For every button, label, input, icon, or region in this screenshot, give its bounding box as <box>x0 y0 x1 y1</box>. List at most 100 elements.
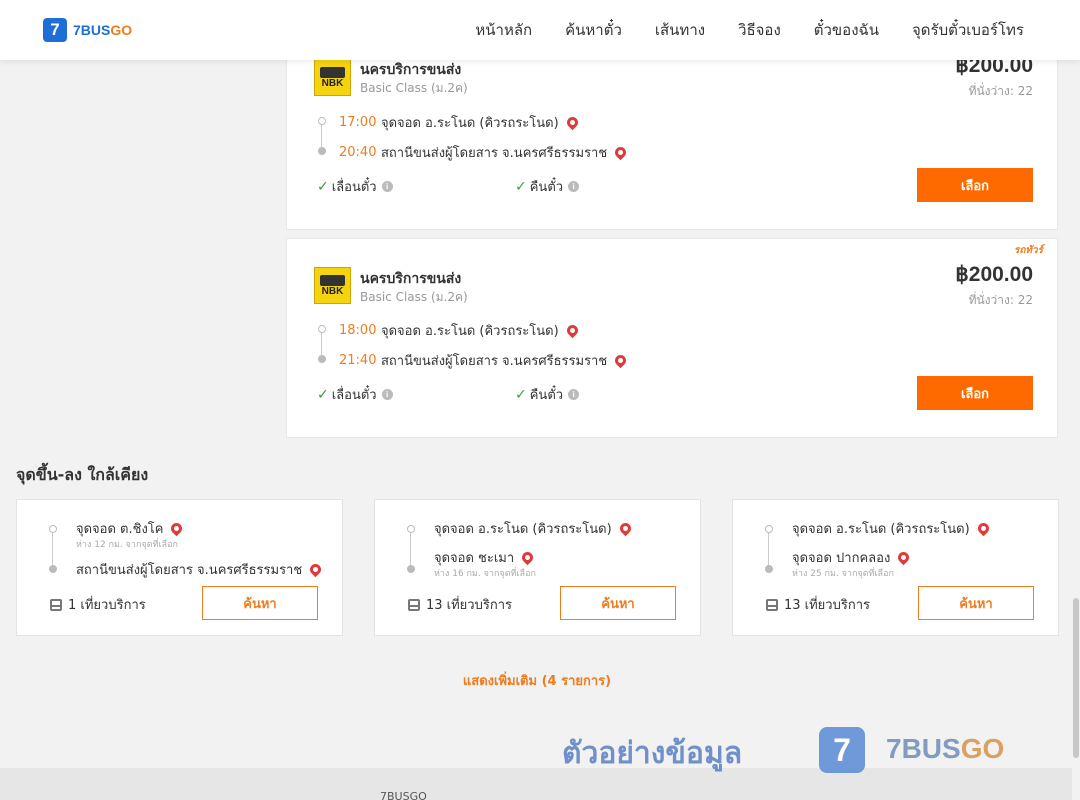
depart-time: 18:00 <box>339 323 377 338</box>
bus-icon <box>320 274 345 286</box>
nearby-from-label: จุดจอด อ.ระโนด (คิวรถระโนด) <box>434 522 612 537</box>
feature-reschedule: ✓ เลื่อนตั๋ว i <box>317 384 393 405</box>
bus-icon <box>766 598 778 611</box>
trip-count-label: 13 เที่ยวบริการ <box>784 598 870 613</box>
nearby-card: จุดจอด อ.ระโนด (คิวรถระโนด) จุดจอด ชะเมา… <box>374 499 701 636</box>
bus-class: Basic Class (ม.2ค) <box>360 290 468 304</box>
map-pin-icon[interactable] <box>519 549 536 566</box>
from-dot <box>49 525 57 533</box>
nearby-to: สถานีขนส่งผู้โดยสาร จ.นครศรีธรรมราช <box>76 559 324 580</box>
search-button[interactable]: ค้นหา <box>560 586 676 620</box>
nearby-to-label: จุดจอด ปากคลอง <box>792 551 891 566</box>
watermark-brand: 7BUSGO <box>886 733 1004 765</box>
logo-text-main: 7BUS <box>73 22 111 38</box>
nearby-distance: ห่าง 25 กม. จากจุดที่เลือก <box>792 569 894 579</box>
nav-ticket-pickup[interactable]: จุดรับตั๋วเบอร์โทร <box>912 18 1024 42</box>
map-pin-icon[interactable] <box>612 144 629 161</box>
trip-card: NBK นครบริการขนส่ง Basic Class (ม.2ค) ฿2… <box>286 30 1058 230</box>
depart-place: จุดจอด อ.ระโนด (คิวรถระโนด) <box>381 116 559 131</box>
logo-text: 7BUSGO <box>73 22 132 38</box>
arrive-time: 20:40 <box>339 145 377 160</box>
nav-home[interactable]: หน้าหลัก <box>475 18 532 42</box>
nav-search-ticket[interactable]: ค้นหาตั๋ว <box>565 18 622 42</box>
nav-how-to-book[interactable]: วิธีจอง <box>738 18 781 42</box>
feature-label: เลื่อนตั๋ว <box>331 388 377 403</box>
site-logo[interactable]: 7 7BUSGO <box>43 18 132 42</box>
operator-logo: NBK <box>314 59 351 96</box>
ticket-price: ฿200.00 <box>955 263 1033 286</box>
nearby-to: จุดจอด ปากคลอง <box>792 547 912 568</box>
trip-count: 13 เที่ยวบริการ <box>408 594 512 615</box>
from-dot <box>407 525 415 533</box>
check-icon: ✓ <box>317 386 329 403</box>
info-icon[interactable]: i <box>568 389 580 400</box>
arrive-place: สถานีขนส่งผู้โดยสาร จ.นครศรีธรรมราช <box>381 146 608 161</box>
nearby-from: จุดจอด ต.ชิงโค <box>76 518 185 539</box>
nearby-from-label: จุดจอด ต.ชิงโค <box>76 522 164 537</box>
select-trip-button[interactable]: เลือก <box>917 168 1033 202</box>
footer: 7BUSGO <box>0 768 1080 800</box>
info-icon[interactable]: i <box>381 181 393 192</box>
route-line <box>410 532 411 568</box>
scrollbar-thumb[interactable] <box>1073 598 1079 758</box>
map-pin-icon[interactable] <box>307 561 324 578</box>
top-header: 7 7BUSGO หน้าหลัก ค้นหาตั๋ว เส้นทาง วิธี… <box>0 0 1080 60</box>
check-icon: ✓ <box>515 386 527 403</box>
available-seats: ที่นั่งว่าง: 22 <box>968 293 1033 307</box>
logo-mark: 7 <box>43 18 67 42</box>
trip-count: 1 เที่ยวบริการ <box>50 594 146 615</box>
bus-type-tag: รถทัวร์ <box>1013 245 1043 256</box>
select-trip-button[interactable]: เลือก <box>917 376 1033 410</box>
map-pin-icon[interactable] <box>564 322 580 339</box>
map-pin-icon[interactable] <box>975 520 991 537</box>
feature-reschedule: ✓ เลื่อนตั๋ว i <box>317 176 393 197</box>
depart-time: 17:00 <box>339 115 377 130</box>
nearby-from: จุดจอด อ.ระโนด (คิวรถระโนด) <box>792 518 991 539</box>
to-dot <box>765 565 773 573</box>
to-dot <box>49 565 57 573</box>
bus-class: Basic Class (ม.2ค) <box>360 81 468 95</box>
info-icon[interactable]: i <box>381 389 393 400</box>
bus-icon <box>408 598 420 611</box>
arrive-row: 20:40 สถานีขนส่งผู้โดยสาร จ.นครศรีธรรมรา… <box>317 142 629 163</box>
nav-my-tickets[interactable]: ตั๋วของฉัน <box>814 18 879 42</box>
nav-routes[interactable]: เส้นทาง <box>655 18 705 42</box>
trip-count-label: 1 เที่ยวบริการ <box>68 598 146 613</box>
nearby-to-label: สถานีขนส่งผู้โดยสาร จ.นครศรีธรรมราช <box>76 563 303 578</box>
main-nav: หน้าหลัก ค้นหาตั๋ว เส้นทาง วิธีจอง ตั๋วข… <box>475 18 1024 42</box>
operator-name: นครบริการขนส่ง <box>360 271 462 287</box>
operator-logo: NBK <box>314 267 351 304</box>
feature-refund: ✓ คืนตั๋ว i <box>515 176 580 197</box>
bus-icon <box>320 66 345 78</box>
logo-text-accent: GO <box>110 22 133 38</box>
arrive-place: สถานีขนส่งผู้โดยสาร จ.นครศรีธรรมราช <box>381 354 608 369</box>
check-icon: ✓ <box>317 178 329 195</box>
map-pin-icon[interactable] <box>617 520 633 537</box>
show-more-link[interactable]: แสดงเพิ่มเติม (4 รายการ) <box>0 670 1074 691</box>
search-button[interactable]: ค้นหา <box>202 586 318 620</box>
nearby-from: จุดจอด อ.ระโนด (คิวรถระโนด) <box>434 518 633 539</box>
from-dot <box>765 525 773 533</box>
watermark-logo-mark: 7 <box>819 727 865 773</box>
feature-label: คืนตั๋ว <box>529 180 564 195</box>
nearby-distance: ห่าง 16 กม. จากจุดที่เลือก <box>434 569 536 579</box>
map-pin-icon[interactable] <box>612 352 629 369</box>
arrive-row: 21:40 สถานีขนส่งผู้โดยสาร จ.นครศรีธรรมรา… <box>317 350 629 371</box>
map-pin-icon[interactable] <box>896 549 912 566</box>
bus-icon <box>50 598 62 611</box>
to-dot <box>407 565 415 573</box>
trip-count-label: 13 เที่ยวบริการ <box>426 598 512 613</box>
map-pin-icon[interactable] <box>169 520 185 537</box>
depart-place: จุดจอด อ.ระโนด (คิวรถระโนด) <box>381 324 559 339</box>
watermark-brand-accent: GO <box>960 733 1005 764</box>
nearby-distance: ห่าง 12 กม. จากจุดที่เลือก <box>76 540 178 550</box>
nearby-to-label: จุดจอด ชะเมา <box>434 551 515 566</box>
feature-refund: ✓ คืนตั๋ว i <box>515 384 580 405</box>
search-button[interactable]: ค้นหา <box>918 586 1034 620</box>
operator-logo-text: NBK <box>321 77 344 89</box>
watermark-brand-main: 7BUS <box>886 733 961 764</box>
operator-name: นครบริการขนส่ง <box>360 62 462 78</box>
depart-row: 18:00 จุดจอด อ.ระโนด (คิวรถระโนด) <box>317 320 580 341</box>
map-pin-icon[interactable] <box>564 114 580 131</box>
info-icon[interactable]: i <box>568 181 580 192</box>
